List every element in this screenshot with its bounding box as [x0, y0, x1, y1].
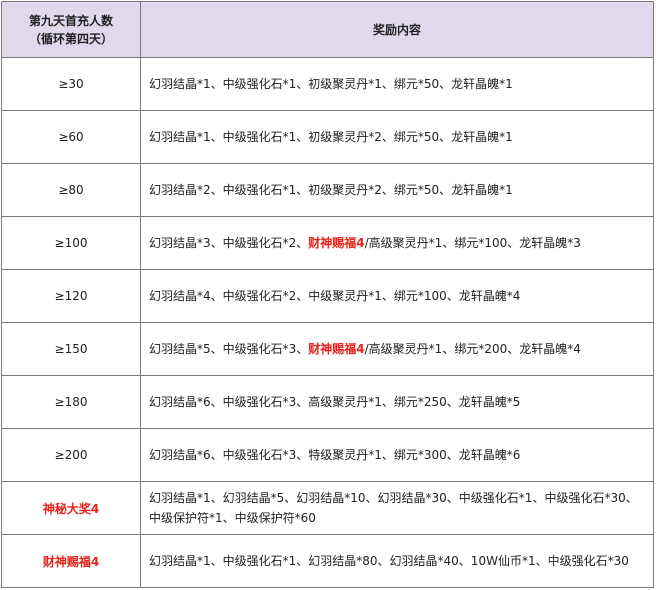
row-reward: 幻羽结晶*2、中级强化石*1、初级聚灵丹*2、绑元*50、龙轩晶魄*1: [140, 163, 654, 217]
reward-table: 第九天首充人数 （循环第四天） 奖励内容 ≥30 幻羽结晶*1、中级强化石*1、初…: [1, 1, 654, 588]
reward-text: 幻羽结晶*2、中级强化石*1、初级聚灵丹*2、绑元*50、龙轩晶魄*1: [149, 183, 513, 197]
reward-text: 幻羽结晶*1、中级强化石*1、初级聚灵丹*2、绑元*50、龙轩晶魄*1: [149, 130, 513, 144]
row-condition: ≥150: [1, 322, 141, 376]
row-reward: 幻羽结晶*6、中级强化石*3、特级聚灵丹*1、绑元*300、龙轩晶魄*6: [140, 428, 654, 482]
row-condition: 神秘大奖4: [1, 481, 141, 535]
row-condition: ≥30: [1, 57, 141, 111]
row-reward: 幻羽结晶*1、幻羽结晶*5、幻羽结晶*10、幻羽结晶*30、中级强化石*1、中级…: [140, 481, 654, 535]
row-condition: ≥180: [1, 375, 141, 429]
header-reward: 奖励内容: [140, 1, 654, 58]
reward-text: /高级聚灵丹*1、绑元*200、龙轩晶魄*4: [364, 342, 581, 356]
table-row: ≥180 幻羽结晶*6、中级强化石*3、高级聚灵丹*1、绑元*250、龙轩晶魄*5: [1, 375, 654, 429]
table-row: ≥60 幻羽结晶*1、中级强化石*1、初级聚灵丹*2、绑元*50、龙轩晶魄*1: [1, 110, 654, 164]
table-header-row: 第九天首充人数 （循环第四天） 奖励内容: [1, 1, 654, 58]
table-row: ≥80 幻羽结晶*2、中级强化石*1、初级聚灵丹*2、绑元*50、龙轩晶魄*1: [1, 163, 654, 217]
reward-text: 幻羽结晶*3、中级强化石*2、: [149, 236, 309, 250]
reward-text: 幻羽结晶*4、中级强化石*2、中级聚灵丹*1、绑元*100、龙轩晶魄*4: [149, 289, 521, 303]
header-condition-line2: （循环第四天）: [28, 31, 113, 46]
reward-text: 幻羽结晶*1、中级强化石*1、幻羽结晶*80、幻羽结晶*40、10W仙币*1、中…: [149, 554, 629, 568]
table-row: ≥30 幻羽结晶*1、中级强化石*1、初级聚灵丹*1、绑元*50、龙轩晶魄*1: [1, 57, 654, 111]
table-row: 财神赐福4 幻羽结晶*1、中级强化石*1、幻羽结晶*80、幻羽结晶*40、10W仙…: [1, 534, 654, 588]
table-row: ≥100 幻羽结晶*3、中级强化石*2、财神赐福4/高级聚灵丹*1、绑元*100、…: [1, 216, 654, 270]
reward-text: /高级聚灵丹*1、绑元*100、龙轩晶魄*3: [364, 236, 581, 250]
reward-text: 幻羽结晶*6、中级强化石*3、高级聚灵丹*1、绑元*250、龙轩晶魄*5: [149, 395, 521, 409]
row-reward: 幻羽结晶*1、中级强化石*1、初级聚灵丹*2、绑元*50、龙轩晶魄*1: [140, 110, 654, 164]
row-condition: ≥100: [1, 216, 141, 270]
reward-text: 幻羽结晶*1、中级强化石*1、初级聚灵丹*1、绑元*50、龙轩晶魄*1: [149, 77, 513, 91]
reward-text: 幻羽结晶*5、中级强化石*3、: [149, 342, 309, 356]
table-row: 神秘大奖4 幻羽结晶*1、幻羽结晶*5、幻羽结晶*10、幻羽结晶*30、中级强化石…: [1, 481, 654, 535]
reward-highlight: 财神赐福4: [308, 236, 365, 250]
header-condition: 第九天首充人数 （循环第四天）: [1, 1, 141, 58]
row-reward: 幻羽结晶*1、中级强化石*1、幻羽结晶*80、幻羽结晶*40、10W仙币*1、中…: [140, 534, 654, 588]
table-row: ≥120 幻羽结晶*4、中级强化石*2、中级聚灵丹*1、绑元*100、龙轩晶魄*4: [1, 269, 654, 323]
row-condition: ≥200: [1, 428, 141, 482]
row-reward: 幻羽结晶*3、中级强化石*2、财神赐福4/高级聚灵丹*1、绑元*100、龙轩晶魄…: [140, 216, 654, 270]
reward-highlight: 财神赐福4: [308, 342, 365, 356]
table-row: ≥150 幻羽结晶*5、中级强化石*3、财神赐福4/高级聚灵丹*1、绑元*200、…: [1, 322, 654, 376]
row-reward: 幻羽结晶*4、中级强化石*2、中级聚灵丹*1、绑元*100、龙轩晶魄*4: [140, 269, 654, 323]
table-body: ≥30 幻羽结晶*1、中级强化石*1、初级聚灵丹*1、绑元*50、龙轩晶魄*1 ≥6…: [1, 57, 654, 588]
row-condition: 财神赐福4: [1, 534, 141, 588]
reward-text: 幻羽结晶*1、幻羽结晶*5、幻羽结晶*10、幻羽结晶*30、中级强化石*1、中级…: [149, 491, 638, 525]
row-reward: 幻羽结晶*6、中级强化石*3、高级聚灵丹*1、绑元*250、龙轩晶魄*5: [140, 375, 654, 429]
row-condition: ≥60: [1, 110, 141, 164]
row-condition: ≥120: [1, 269, 141, 323]
row-reward: 幻羽结晶*5、中级强化石*3、财神赐福4/高级聚灵丹*1、绑元*200、龙轩晶魄…: [140, 322, 654, 376]
reward-text: 幻羽结晶*6、中级强化石*3、特级聚灵丹*1、绑元*300、龙轩晶魄*6: [149, 448, 521, 462]
header-condition-line1: 第九天首充人数: [28, 13, 113, 28]
row-condition: ≥80: [1, 163, 141, 217]
row-reward: 幻羽结晶*1、中级强化石*1、初级聚灵丹*1、绑元*50、龙轩晶魄*1: [140, 57, 654, 111]
table-row: ≥200 幻羽结晶*6、中级强化石*3、特级聚灵丹*1、绑元*300、龙轩晶魄*6: [1, 428, 654, 482]
